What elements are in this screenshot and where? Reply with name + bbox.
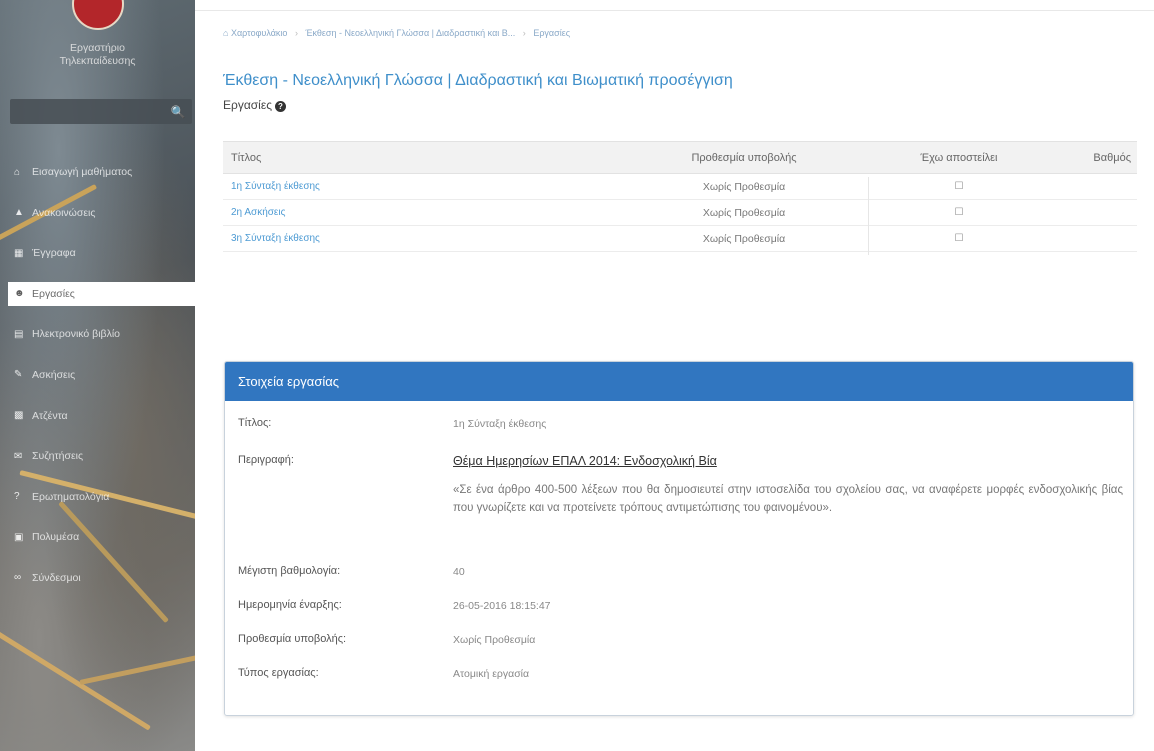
sidebar-item-label: Πολυμέσα (32, 531, 80, 544)
assignment-link[interactable]: 3η Σύνταξη έκθεσης (223, 233, 619, 244)
assignment-link[interactable]: 1η Σύνταξη έκθεσης (223, 181, 619, 192)
sidebar-item-agenda[interactable]: ▩ Ατζέντα (0, 404, 195, 428)
sidebar-item-home[interactable]: ⌂ Εισαγωγή μαθήματος (0, 160, 195, 184)
breadcrumb: ⌂ Χαρτοφυλάκιο › Έκθεση - Νεοελληνική Γλ… (223, 28, 570, 38)
home-icon[interactable]: ⌂ (223, 28, 228, 38)
sent-status-icon: ☐ (954, 207, 964, 218)
breadcrumb-course[interactable]: Έκθεση - Νεοελληνική Γλώσσα | Διαδραστικ… (305, 28, 515, 38)
type-label: Τύπος εργασίας: (238, 667, 319, 679)
folder-icon: ▦ (14, 247, 24, 259)
home-icon: ⌂ (14, 166, 21, 178)
sent-status-icon: ☐ (954, 181, 964, 192)
sidebar-item-label: Ερωτηματολόγια (32, 490, 110, 503)
sidebar-item-label: Ανακοινώσεις (32, 206, 96, 219)
film-icon: ▣ (14, 531, 24, 543)
sidebar-item-ebook[interactable]: ▤ Ηλεκτρονικό βιβλίο (0, 322, 195, 346)
title-label: Τίτλος: (238, 417, 272, 429)
deadline-value: Χωρίς Προθεσμία (453, 634, 536, 646)
book-icon: ▤ (14, 328, 24, 340)
column-header-title[interactable]: Τίτλος (223, 152, 619, 164)
breadcrumb-separator: › (294, 28, 298, 38)
sidebar-item-documents[interactable]: ▦ Έγγραφα (0, 241, 195, 265)
deadline-cell: Χωρίς Προθεσμία (619, 176, 869, 203)
background-pencil (79, 650, 195, 685)
sent-status-icon: ☐ (954, 233, 964, 244)
sidebar-item-announcements[interactable]: ▲ Ανακοινώσεις (0, 201, 195, 225)
sidebar-item-label: Σύνδεσμοι (32, 571, 81, 584)
search-icon: 🔍 (170, 104, 186, 119)
type-value: Ατομική εργασία (453, 668, 530, 680)
search-button[interactable]: 🔍 (164, 99, 192, 124)
user-icon: ☻ (14, 288, 25, 300)
table-row: 3η Σύνταξη έκθεσης Χωρίς Προθεσμία ☐ (223, 226, 1137, 255)
pencil-icon: ✎ (14, 369, 23, 381)
sidebar-item-label: Ασκήσεις (32, 368, 76, 381)
sidebar-item-label: Συζητήσεις (32, 450, 84, 463)
max-grade-label: Μέγιστη βαθμολογία: (238, 565, 341, 577)
sidebar: Εργαστήριο Τηλεκπαίδευσης 🔍 ⌂ Εισαγωγή μα… (0, 0, 195, 751)
sidebar-item-links[interactable]: ∞ Σύνδεσμοι (0, 566, 195, 590)
max-grade-value: 40 (453, 566, 465, 578)
sidebar-item-label: Εισαγωγή μαθήματος (32, 166, 133, 178)
column-header-sent[interactable]: Έχω αποστείλει (869, 152, 1049, 164)
description-title: Θέμα Ημερησίων ΕΠΑΛ 2014: Ενδοσχολική Βί… (453, 454, 717, 468)
top-divider (195, 10, 1154, 11)
calendar-icon: ▩ (14, 410, 24, 422)
deadline-cell: Χωρίς Προθεσμία (619, 228, 869, 255)
sidebar-item-forums[interactable]: ✉ Συζητήσεις (0, 444, 195, 468)
logo[interactable]: Εργαστήριο Τηλεκπαίδευσης (0, 0, 195, 90)
page-title-wrap: Εργασίες? (223, 98, 286, 112)
sidebar-item-label: Ατζέντα (32, 409, 68, 422)
help-icon[interactable]: ? (274, 101, 286, 112)
description-label: Περιγραφή: (238, 454, 294, 466)
main-content: ⌂ Χαρτοφυλάκιο › Έκθεση - Νεοελληνική Γλ… (195, 0, 1154, 751)
bullhorn-icon: ▲ (14, 207, 24, 219)
sidebar-item-assignments[interactable]: ☻ Εργασίες (8, 281, 195, 306)
table-row: 1η Σύνταξη έκθεσης Χωρίς Προθεσμία ☐ (223, 174, 1137, 203)
column-header-deadline[interactable]: Προθεσμία υποβολής (619, 152, 869, 164)
breadcrumb-separator: › (522, 28, 526, 38)
breadcrumb-current: Εργασίες (533, 28, 571, 38)
column-header-grade[interactable]: Βαθμός (1049, 152, 1137, 164)
logo-text-line2: Τηλεκπαίδευσης (59, 55, 136, 67)
logo-emblem-icon (72, 0, 124, 30)
sidebar-item-multimedia[interactable]: ▣ Πολυμέσα (0, 525, 195, 549)
link-icon: ∞ (14, 572, 22, 584)
start-date-label: Ημερομηνία έναρξης: (238, 599, 342, 611)
start-date-value: 26-05-2016 18:15:47 (453, 600, 551, 612)
background-pencil (0, 620, 151, 731)
panel-heading: Στοιχεία εργασίας (225, 362, 1133, 401)
sidebar-item-exercises[interactable]: ✎ Ασκήσεις (0, 363, 195, 387)
title-value: 1η Σύνταξη έκθεσης (453, 418, 547, 430)
deadline-cell: Χωρίς Προθεσμία (619, 202, 869, 229)
table-header: Τίτλος Προθεσμία υποβολής Έχω αποστείλει… (223, 141, 1137, 174)
question-icon: ? (14, 491, 20, 503)
search-input[interactable]: 🔍 (10, 99, 192, 124)
assignment-link[interactable]: 2η Ασκήσεις (223, 207, 619, 218)
sidebar-item-questionnaires[interactable]: ? Ερωτηματολόγια (0, 485, 195, 509)
sidebar-nav: ⌂ Εισαγωγή μαθήματος ▲ Ανακοινώσεις ▦ Έγγρα… (0, 160, 195, 607)
table-row: 2η Ασκήσεις Χωρίς Προθεσμία ☐ (223, 200, 1137, 229)
course-title[interactable]: Έκθεση - Νεοελληνική Γλώσσα | Διαδραστικ… (223, 72, 733, 90)
description-text: «Σε ένα άρθρο 400-500 λέξεων που θα δημο… (453, 484, 1123, 514)
logo-text-line1: Εργαστήριο (70, 42, 125, 54)
assignment-details-panel: Στοιχεία εργασίας Τίτλος: 1η Σύνταξη έκθ… (224, 361, 1134, 716)
assignments-table: Τίτλος Προθεσμία υποβολής Έχω αποστείλει… (223, 141, 1137, 255)
sidebar-item-label: Ηλεκτρονικό βιβλίο (32, 328, 121, 341)
comments-icon: ✉ (14, 450, 23, 462)
breadcrumb-home[interactable]: Χαρτοφυλάκιο (231, 28, 287, 38)
deadline-label: Προθεσμία υποβολής: (238, 633, 347, 645)
page-title: Εργασίες (223, 98, 272, 112)
sidebar-item-label: Εργασίες (32, 287, 75, 300)
sidebar-item-label: Έγγραφα (32, 247, 76, 260)
